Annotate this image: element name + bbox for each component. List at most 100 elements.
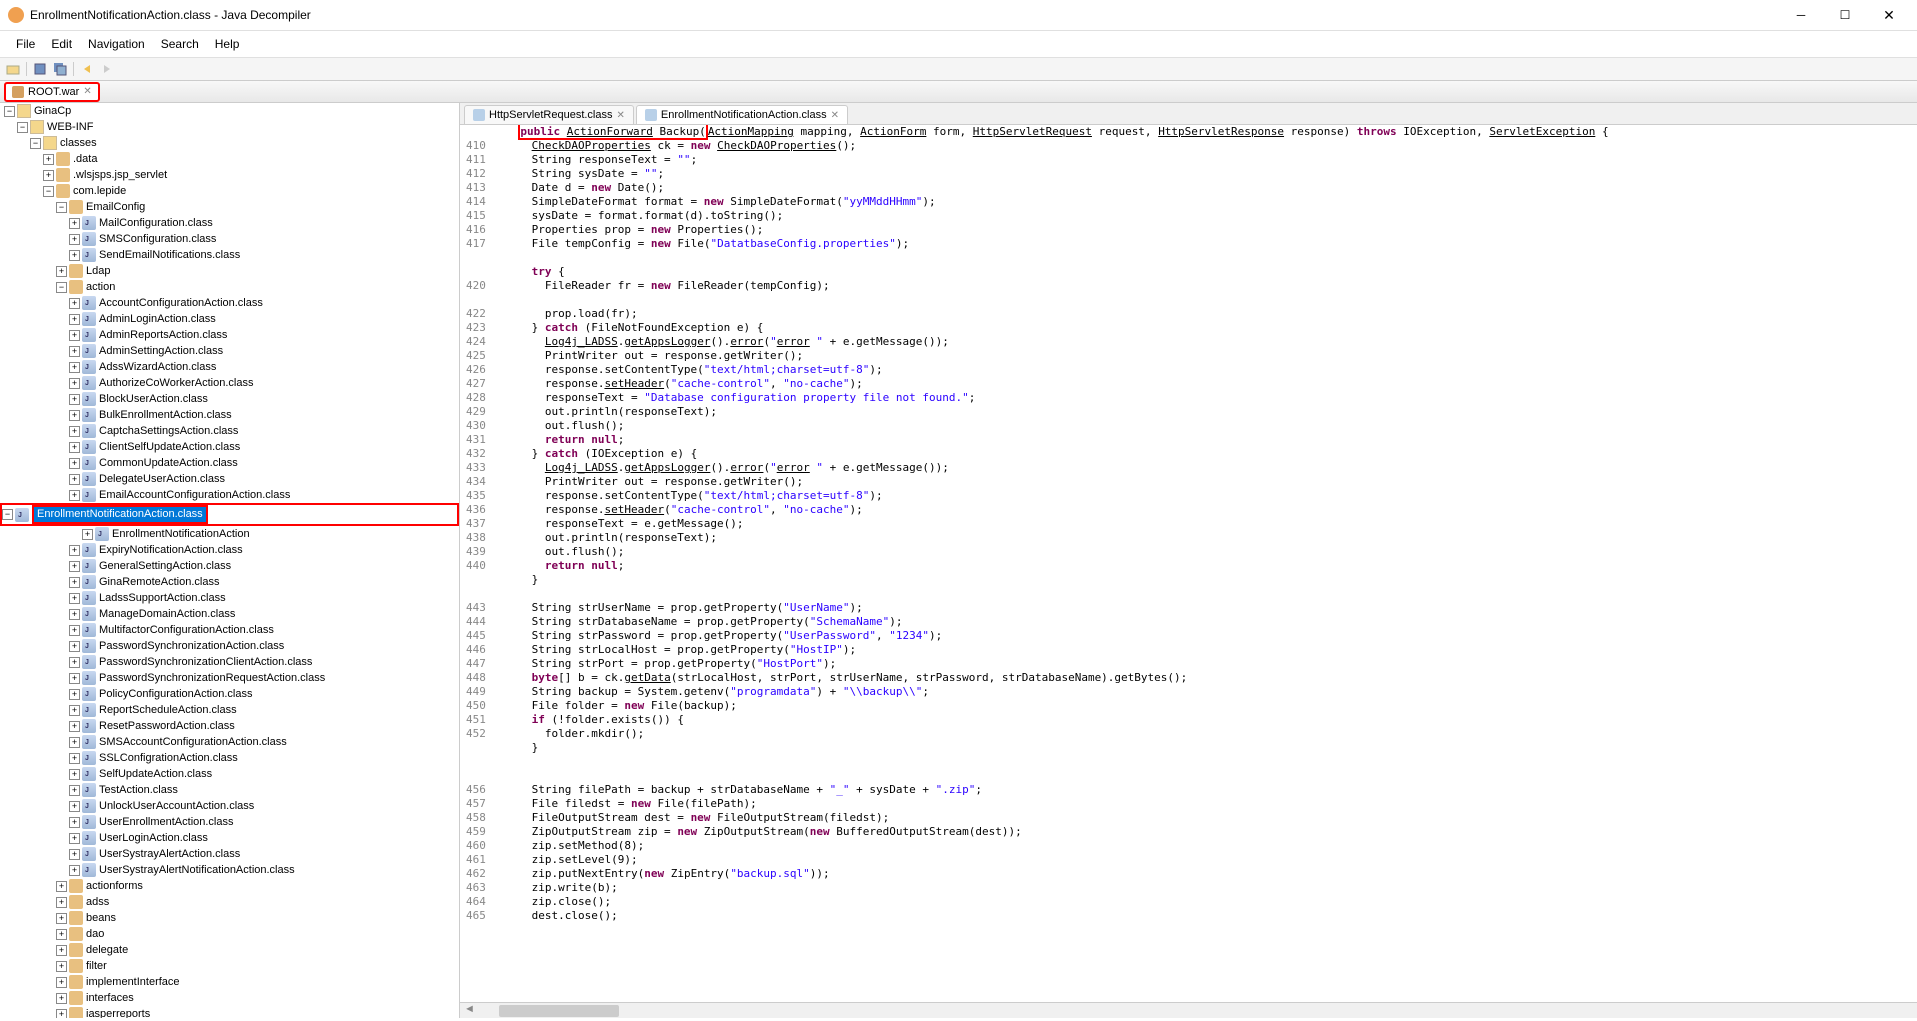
tree-toggle-icon[interactable]: −	[30, 138, 41, 149]
file-tab-root-war[interactable]: ROOT.war ✕	[4, 82, 100, 102]
tree-toggle-icon[interactable]: +	[69, 218, 80, 229]
tree-item[interactable]: +ManageDomainAction.class	[0, 606, 459, 622]
tree-toggle-icon[interactable]: +	[69, 561, 80, 572]
tree-toggle-icon[interactable]: +	[69, 817, 80, 828]
tree-toggle-icon[interactable]: +	[69, 490, 80, 501]
editor-tab-httpservletrequest[interactable]: HttpServletRequest.class ✕	[464, 105, 634, 124]
tree-item[interactable]: +EnrollmentNotificationAction	[0, 526, 459, 542]
tree-toggle-icon[interactable]: +	[43, 170, 54, 181]
tree-item[interactable]: −WEB-INF	[0, 119, 459, 135]
tree-item[interactable]: +ExpiryNotificationAction.class	[0, 542, 459, 558]
tree-toggle-icon[interactable]: +	[56, 1009, 67, 1019]
tree-item[interactable]: +PasswordSynchronizationRequestAction.cl…	[0, 670, 459, 686]
tab-close-icon[interactable]: ✕	[831, 110, 839, 121]
tree-item[interactable]: +UnlockUserAccountAction.class	[0, 798, 459, 814]
tree-toggle-icon[interactable]: +	[56, 266, 67, 277]
tree-toggle-icon[interactable]: +	[56, 993, 67, 1004]
tree-item[interactable]: +beans	[0, 910, 459, 926]
tree-toggle-icon[interactable]: +	[56, 945, 67, 956]
tree-item[interactable]: +SMSConfiguration.class	[0, 231, 459, 247]
editor-tab-enrollmentnotificationaction[interactable]: EnrollmentNotificationAction.class ✕	[636, 105, 848, 124]
tree-toggle-icon[interactable]: +	[69, 426, 80, 437]
tree-toggle-icon[interactable]: +	[69, 737, 80, 748]
tree-item[interactable]: +delegate	[0, 942, 459, 958]
tree-toggle-icon[interactable]: +	[69, 801, 80, 812]
tree-toggle-icon[interactable]: −	[56, 282, 67, 293]
tree-toggle-icon[interactable]: +	[69, 849, 80, 860]
tree-item[interactable]: +adss	[0, 894, 459, 910]
tree-item[interactable]: +.data	[0, 151, 459, 167]
menu-file[interactable]: File	[8, 35, 43, 53]
tree-item[interactable]: +.wlsjsps.jsp_servlet	[0, 167, 459, 183]
tree-toggle-icon[interactable]: −	[17, 122, 28, 133]
tree-item[interactable]: +PolicyConfigurationAction.class	[0, 686, 459, 702]
tree-item[interactable]: +AdminReportsAction.class	[0, 327, 459, 343]
tree-item[interactable]: +ResetPasswordAction.class	[0, 718, 459, 734]
tree-item[interactable]: +BulkEnrollmentAction.class	[0, 407, 459, 423]
tree-toggle-icon[interactable]: +	[56, 929, 67, 940]
tree-toggle-icon[interactable]: +	[69, 753, 80, 764]
tree-item[interactable]: +PasswordSynchronizationAction.class	[0, 638, 459, 654]
tree-toggle-icon[interactable]: +	[69, 721, 80, 732]
tree-item[interactable]: +SSLConfigrationAction.class	[0, 750, 459, 766]
tree-toggle-icon[interactable]: +	[69, 442, 80, 453]
tree-selected-class[interactable]: −EnrollmentNotificationAction.class	[0, 503, 459, 526]
menu-edit[interactable]: Edit	[43, 35, 80, 53]
tree-item[interactable]: +BlockUserAction.class	[0, 391, 459, 407]
tree-toggle-icon[interactable]: +	[69, 362, 80, 373]
menu-help[interactable]: Help	[207, 35, 248, 53]
tree-item[interactable]: +interfaces	[0, 990, 459, 1006]
tree-item[interactable]: +SendEmailNotifications.class	[0, 247, 459, 263]
tree-item[interactable]: +ReportScheduleAction.class	[0, 702, 459, 718]
tree-toggle-icon[interactable]: +	[56, 961, 67, 972]
menu-navigation[interactable]: Navigation	[80, 35, 153, 53]
maximize-button[interactable]: ☐	[1833, 6, 1857, 24]
tree-item[interactable]: −com.lepide	[0, 183, 459, 199]
tree-toggle-icon[interactable]: −	[2, 509, 13, 520]
tree-item[interactable]: −EmailConfig	[0, 199, 459, 215]
tree-toggle-icon[interactable]: +	[69, 785, 80, 796]
tree-toggle-icon[interactable]: +	[69, 346, 80, 357]
tree-toggle-icon[interactable]: +	[69, 673, 80, 684]
tree-item[interactable]: +UserLoginAction.class	[0, 830, 459, 846]
tree-toggle-icon[interactable]: −	[56, 202, 67, 213]
tree-toggle-icon[interactable]: +	[69, 609, 80, 620]
tree-item[interactable]: +actionforms	[0, 878, 459, 894]
tree-item[interactable]: +AdminSettingAction.class	[0, 343, 459, 359]
tree-item[interactable]: +filter	[0, 958, 459, 974]
tree-toggle-icon[interactable]: +	[56, 881, 67, 892]
tab-close-icon[interactable]: ✕	[617, 110, 625, 121]
tree-toggle-icon[interactable]: +	[69, 410, 80, 421]
tree-toggle-icon[interactable]: +	[69, 250, 80, 261]
scroll-left-icon[interactable]: ◄	[460, 1003, 479, 1018]
tree-toggle-icon[interactable]: +	[69, 314, 80, 325]
tree-toggle-icon[interactable]: −	[43, 186, 54, 197]
tree-toggle-icon[interactable]: +	[56, 913, 67, 924]
back-icon[interactable]	[78, 60, 96, 78]
tree-toggle-icon[interactable]: +	[69, 657, 80, 668]
tree-toggle-icon[interactable]: +	[69, 641, 80, 652]
tree-item[interactable]: +AccountConfigurationAction.class	[0, 295, 459, 311]
tree-item[interactable]: +iasperreports	[0, 1006, 459, 1018]
tree-root[interactable]: −GinaCp	[0, 103, 459, 119]
code-editor[interactable]: 4104114124134144154164174204224234244254…	[460, 125, 1917, 1002]
tree-item[interactable]: +MultifactorConfigurationAction.class	[0, 622, 459, 638]
tree-toggle-icon[interactable]: +	[69, 593, 80, 604]
tree-toggle-icon[interactable]: +	[69, 769, 80, 780]
tree-toggle-icon[interactable]: +	[69, 625, 80, 636]
tree-toggle-icon[interactable]: +	[69, 689, 80, 700]
tree-item[interactable]: +ClientSelfUpdateAction.class	[0, 439, 459, 455]
tree-toggle-icon[interactable]: +	[82, 529, 93, 540]
scroll-thumb[interactable]	[499, 1005, 619, 1017]
tree-item[interactable]: +UserSystrayAlertNotificationAction.clas…	[0, 862, 459, 878]
tree-toggle-icon[interactable]: +	[69, 330, 80, 341]
tree-item[interactable]: +TestAction.class	[0, 782, 459, 798]
tree-toggle-icon[interactable]: +	[69, 833, 80, 844]
tree-item[interactable]: +implementInterface	[0, 974, 459, 990]
tree-toggle-icon[interactable]: +	[43, 154, 54, 165]
tree-item[interactable]: +AdssWizardAction.class	[0, 359, 459, 375]
forward-icon[interactable]	[98, 60, 116, 78]
tree-item[interactable]: +LadssSupportAction.class	[0, 590, 459, 606]
tree-item[interactable]: +GinaRemoteAction.class	[0, 574, 459, 590]
tree-item[interactable]: +SelfUpdateAction.class	[0, 766, 459, 782]
